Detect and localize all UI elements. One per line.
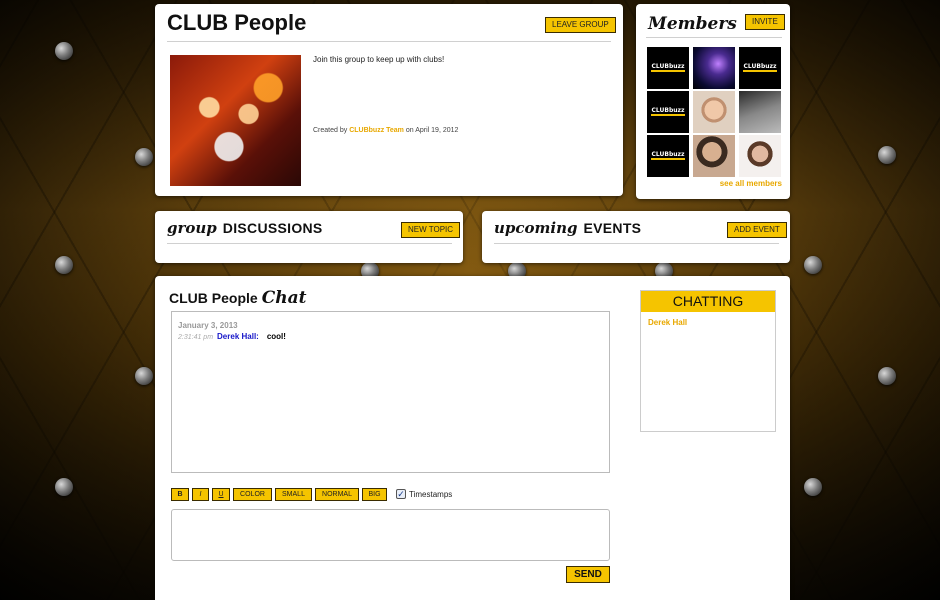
send-button[interactable]: SEND bbox=[566, 566, 610, 583]
chat-log[interactable]: January 3, 2013 2:31:41 pm Derek Hall: c… bbox=[171, 311, 610, 473]
background-stud bbox=[135, 148, 153, 166]
timestamps-label: Timestamps bbox=[409, 490, 453, 499]
background-stud bbox=[878, 367, 896, 385]
discussions-title-script: group bbox=[167, 219, 217, 237]
group-description: Join this group to keep up with clubs! bbox=[313, 55, 445, 64]
member-avatar[interactable]: CLUBbuzz bbox=[647, 135, 689, 177]
bold-button[interactable]: B bbox=[171, 488, 189, 501]
discussions-title: group DISCUSSIONS bbox=[167, 219, 323, 237]
leave-group-button[interactable]: LEAVE GROUP bbox=[545, 17, 616, 33]
background-stud bbox=[878, 146, 896, 164]
add-event-button[interactable]: ADD EVENT bbox=[727, 222, 787, 238]
divider bbox=[167, 41, 611, 42]
background-stud bbox=[55, 256, 73, 274]
member-avatar[interactable] bbox=[739, 91, 781, 133]
chatting-users-box: CHATTING Derek Hall bbox=[640, 290, 776, 432]
events-title-script: upcoming bbox=[494, 219, 578, 237]
clubbuzz-logo: CLUBbuzz bbox=[651, 107, 685, 116]
member-avatar[interactable] bbox=[693, 47, 735, 89]
background-stud bbox=[135, 367, 153, 385]
small-button[interactable]: SMALL bbox=[275, 488, 312, 501]
clubbuzz-logo: CLUBbuzz bbox=[651, 151, 685, 160]
new-topic-button[interactable]: NEW TOPIC bbox=[401, 222, 461, 238]
divider bbox=[646, 37, 782, 38]
timestamps-checkbox[interactable]: ✓ bbox=[396, 489, 406, 499]
message-text: cool! bbox=[266, 332, 286, 341]
divider bbox=[167, 243, 452, 244]
page-title: CLUB People bbox=[167, 10, 307, 35]
normal-button[interactable]: NORMAL bbox=[315, 488, 359, 501]
events-panel: upcoming EVENTS ADD EVENT bbox=[482, 211, 790, 263]
chatting-header: CHATTING bbox=[641, 291, 775, 312]
chat-title: CLUB People Chat bbox=[169, 288, 306, 308]
member-avatar[interactable]: CLUBbuzz bbox=[739, 47, 781, 89]
member-avatar[interactable] bbox=[739, 135, 781, 177]
member-avatar[interactable]: CLUBbuzz bbox=[647, 47, 689, 89]
group-photo bbox=[170, 55, 301, 186]
clubbuzz-logo: CLUBbuzz bbox=[743, 63, 777, 72]
chat-title-caps: CLUB People bbox=[169, 290, 258, 306]
created-date: on April 19, 2012 bbox=[405, 127, 459, 134]
background-stud bbox=[804, 478, 822, 496]
events-title-caps: EVENTS bbox=[583, 220, 642, 236]
italic-button[interactable]: I bbox=[192, 488, 209, 501]
chat-date: January 3, 2013 bbox=[178, 321, 238, 330]
discussions-title-caps: DISCUSSIONS bbox=[222, 220, 323, 236]
members-title: Members bbox=[648, 14, 737, 34]
see-all-members-link[interactable]: see all members bbox=[720, 179, 782, 188]
created-by-link[interactable]: CLUBbuzz Team bbox=[349, 127, 404, 134]
group-panel: CLUB People LEAVE GROUP Join this group … bbox=[155, 4, 623, 196]
member-avatar[interactable] bbox=[693, 135, 735, 177]
group-created-info: Created by CLUBbuzz Team on April 19, 20… bbox=[313, 127, 458, 134]
chat-message: 2:31:41 pm Derek Hall: cool! bbox=[178, 332, 286, 341]
message-timestamp: 2:31:41 pm bbox=[178, 334, 214, 341]
background-stud bbox=[55, 478, 73, 496]
underline-button[interactable]: U bbox=[212, 488, 230, 501]
created-prefix: Created by bbox=[313, 127, 348, 134]
chat-title-script: Chat bbox=[261, 288, 307, 308]
member-avatar[interactable] bbox=[693, 91, 735, 133]
color-button[interactable]: COLOR bbox=[233, 488, 272, 501]
message-user[interactable]: Derek Hall: bbox=[217, 332, 259, 341]
big-button[interactable]: BIG bbox=[362, 488, 387, 501]
chat-message-input[interactable] bbox=[171, 509, 610, 561]
members-panel: Members INVITE CLUBbuzz CLUBbuzz CLUBbuz… bbox=[636, 4, 790, 199]
invite-button[interactable]: INVITE bbox=[745, 14, 785, 30]
discussions-panel: group DISCUSSIONS NEW TOPIC bbox=[155, 211, 463, 263]
background-stud bbox=[804, 256, 822, 274]
member-avatar[interactable]: CLUBbuzz bbox=[647, 91, 689, 133]
events-title: upcoming EVENTS bbox=[494, 219, 641, 237]
chat-panel: CLUB People Chat January 3, 2013 2:31:41… bbox=[155, 276, 790, 600]
divider bbox=[494, 243, 779, 244]
background-stud bbox=[55, 42, 73, 60]
clubbuzz-logo: CLUBbuzz bbox=[651, 63, 685, 72]
chatting-user[interactable]: Derek Hall bbox=[648, 318, 687, 327]
